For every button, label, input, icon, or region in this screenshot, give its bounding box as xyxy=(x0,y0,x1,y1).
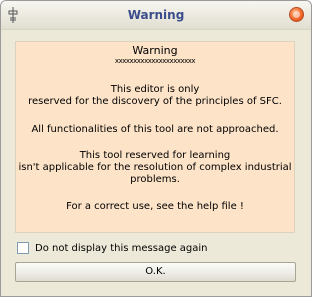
message-line: For a correct use, see the help file ! xyxy=(66,201,244,212)
dont-show-again-checkbox[interactable] xyxy=(17,242,29,254)
message-line: All functionalities of this tool are not… xyxy=(31,124,279,135)
message-line: isn't applicable for the resolution of c… xyxy=(18,162,292,173)
message-panel: Warning xxxxxxxxxxxxxxxxxxxxxx This edit… xyxy=(15,41,295,233)
message-heading-rule: xxxxxxxxxxxxxxxxxxxxxx xyxy=(114,57,196,65)
window-title: Warning xyxy=(127,8,185,22)
dont-show-again-label[interactable]: Do not display this message again xyxy=(35,242,208,255)
warning-dialog: Warning Warning xxxxxxxxxxxxxxxxxxxxxx T… xyxy=(0,0,312,297)
message-line: reserved for the discovery of the princi… xyxy=(28,96,282,107)
ok-button[interactable]: O.K. xyxy=(15,262,296,282)
message-line: This tool reserved for learning xyxy=(79,150,231,161)
message-heading: Warning xyxy=(132,44,178,57)
title-bar[interactable]: Warning xyxy=(1,1,311,30)
close-button[interactable] xyxy=(289,7,304,22)
message-line: problems. xyxy=(130,174,180,185)
message-line: This editor is only xyxy=(110,84,200,95)
